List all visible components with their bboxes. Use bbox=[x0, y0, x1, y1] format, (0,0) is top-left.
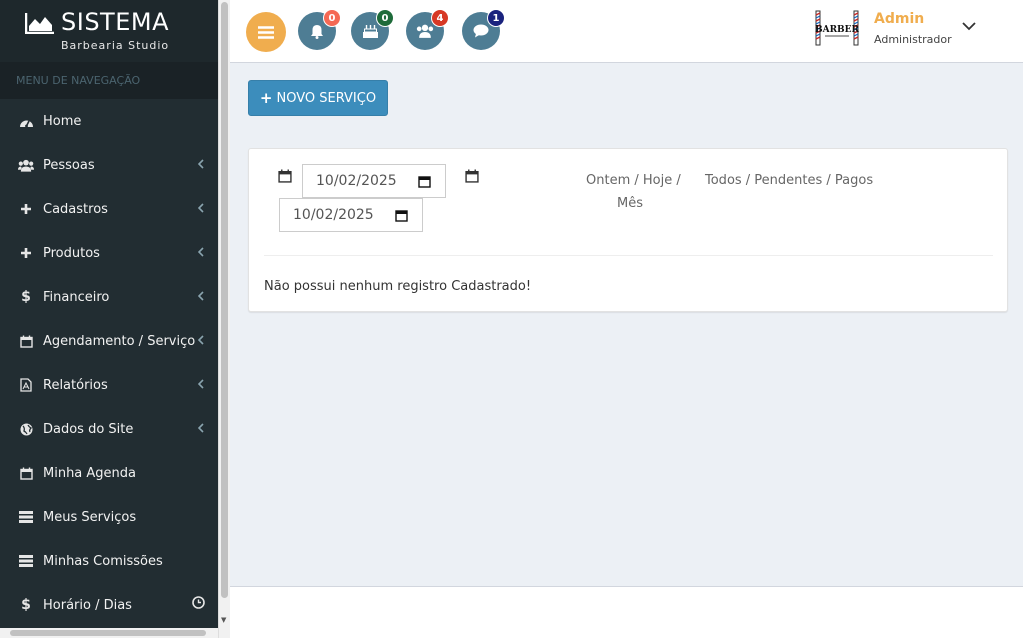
sidebar-item-horario-dias[interactable]: $ Horário / Dias bbox=[0, 583, 218, 627]
server-icon bbox=[18, 553, 34, 569]
sidebar-item-label: Minhas Comissões bbox=[43, 553, 163, 569]
new-service-button[interactable]: + NOVO SERVIÇO bbox=[248, 80, 388, 116]
comment-icon bbox=[473, 24, 489, 38]
brand-subtitle: Barbearia Studio bbox=[61, 39, 170, 52]
birthdays-button[interactable]: 0 bbox=[351, 9, 394, 50]
sidebar-item-label: Produtos bbox=[43, 245, 100, 261]
calendar-icon bbox=[465, 169, 479, 183]
sidebar-item-label: Cadastros bbox=[43, 201, 108, 217]
sidebar-item-minhas-comissoes[interactable]: Minhas Comissões bbox=[0, 539, 218, 583]
area-chart-icon bbox=[25, 13, 54, 34]
period-filter-links[interactable]: Ontem / Hoje / bbox=[586, 173, 681, 188]
dollar-icon: $ bbox=[21, 289, 31, 305]
sidebar-item-meus-servicos[interactable]: Meus Serviços bbox=[0, 495, 218, 539]
status-filter-links[interactable]: Todos / Pendentes / Pagos bbox=[705, 173, 873, 188]
menu-toggle-button[interactable] bbox=[246, 12, 286, 52]
top-navbar: 0 0 4 1 BARBER Admin Administrador bbox=[230, 0, 1023, 63]
sidebar-item-home[interactable]: Home bbox=[0, 99, 218, 143]
date-end-value: 10/02/2025 bbox=[293, 207, 374, 223]
sidebar-item-relatorios[interactable]: Relatórios bbox=[0, 363, 218, 407]
globe-icon bbox=[18, 421, 34, 437]
sidebar-item-cadastros[interactable]: Cadastros bbox=[0, 187, 218, 231]
sidebar-item-label: Meus Serviços bbox=[43, 509, 137, 525]
calendar-icon bbox=[18, 333, 34, 349]
barber-logo[interactable]: BARBER bbox=[814, 8, 860, 48]
user-role: Administrador bbox=[874, 33, 952, 46]
notifications-button[interactable]: 0 bbox=[298, 9, 341, 50]
calendar-icon bbox=[278, 169, 292, 183]
brand-title: SISTEMA bbox=[61, 8, 169, 36]
sidebar-item-dados-site[interactable]: Dados do Site bbox=[0, 407, 218, 451]
clients-count-badge: 4 bbox=[431, 9, 449, 27]
server-icon bbox=[18, 509, 34, 525]
scrollbar-thumb[interactable] bbox=[10, 630, 206, 636]
date-end-input[interactable]: 10/02/2025 bbox=[279, 198, 423, 232]
sidebar-item-label: Financeiro bbox=[43, 289, 110, 305]
footer bbox=[230, 586, 1023, 638]
new-service-label: NOVO SERVIÇO bbox=[276, 90, 377, 106]
calendar-picker-icon[interactable] bbox=[395, 209, 408, 222]
messages-button[interactable]: 1 bbox=[462, 9, 505, 50]
sidebar-item-label: Dados do Site bbox=[43, 421, 134, 437]
clock-icon bbox=[192, 596, 205, 613]
chevron-left-icon bbox=[197, 422, 204, 437]
messages-count-badge: 1 bbox=[487, 9, 505, 27]
sidebar-scrollbar[interactable]: ▼ bbox=[218, 0, 230, 638]
chevron-left-icon bbox=[197, 334, 204, 349]
birthday-cake-icon bbox=[362, 24, 378, 38]
plus-icon: + bbox=[259, 89, 273, 107]
scroll-down-arrow-icon[interactable]: ▼ bbox=[221, 616, 229, 624]
hamburger-icon bbox=[258, 25, 274, 39]
plus-icon bbox=[18, 245, 34, 261]
chevron-left-icon bbox=[197, 378, 204, 393]
sidebar-item-pessoas[interactable]: Pessoas bbox=[0, 143, 218, 187]
users-icon bbox=[416, 24, 434, 38]
date-start-input[interactable]: 10/02/2025 bbox=[302, 164, 446, 198]
barber-logo-text: BARBER bbox=[815, 25, 860, 35]
sidebar-item-label: Minha Agenda bbox=[43, 465, 137, 481]
sidebar-item-agendamento[interactable]: Agendamento / Serviço bbox=[0, 319, 218, 363]
chevron-left-icon bbox=[197, 202, 204, 217]
dashboard-icon bbox=[18, 113, 34, 129]
plus-icon bbox=[18, 201, 34, 217]
sidebar-item-label: Home bbox=[43, 113, 82, 129]
chevron-down-icon[interactable] bbox=[962, 22, 976, 31]
empty-message: Não possui nenhum registro Cadastrado! bbox=[264, 279, 532, 294]
services-box: 10/02/2025 10/02/2025 Ontem / Hoje / Mês… bbox=[248, 148, 1008, 312]
user-name[interactable]: Admin bbox=[874, 11, 924, 27]
sidebar-item-label: Agendamento / Serviço bbox=[43, 333, 196, 349]
date-start-value: 10/02/2025 bbox=[316, 173, 397, 189]
sidebar-item-label: Horário / Dias bbox=[43, 597, 132, 613]
dollar-icon: $ bbox=[21, 597, 31, 613]
chevron-left-icon bbox=[197, 246, 204, 261]
sidebar-item-label: Pessoas bbox=[43, 157, 95, 173]
birthday-count-badge: 0 bbox=[376, 9, 394, 27]
calendar-picker-icon[interactable] bbox=[418, 175, 431, 188]
clients-button[interactable]: 4 bbox=[406, 9, 449, 50]
users-icon bbox=[18, 157, 34, 173]
pdf-file-icon bbox=[18, 377, 34, 393]
sidebar-item-label: Relatórios bbox=[43, 377, 108, 393]
period-filter-month-link[interactable]: Mês bbox=[617, 196, 643, 211]
sidebar-item-minha-agenda[interactable]: Minha Agenda bbox=[0, 451, 218, 495]
bell-icon bbox=[311, 24, 323, 39]
chevron-left-icon bbox=[197, 290, 204, 305]
sidebar-item-produtos[interactable]: Produtos bbox=[0, 231, 218, 275]
calendar-icon bbox=[18, 465, 34, 481]
brand-header[interactable]: SISTEMA Barbearia Studio bbox=[0, 0, 218, 62]
notification-count-badge: 0 bbox=[323, 9, 341, 27]
sidebar-horizontal-scrollbar[interactable] bbox=[0, 628, 218, 638]
sidebar-item-financeiro[interactable]: $ Financeiro bbox=[0, 275, 218, 319]
sidebar: SISTEMA Barbearia Studio MENU DE NAVEGAÇ… bbox=[0, 0, 218, 638]
divider bbox=[264, 255, 993, 256]
nav-header: MENU DE NAVEGAÇÃO bbox=[0, 62, 218, 99]
scrollbar-thumb[interactable] bbox=[221, 2, 228, 598]
chevron-left-icon bbox=[197, 158, 204, 173]
